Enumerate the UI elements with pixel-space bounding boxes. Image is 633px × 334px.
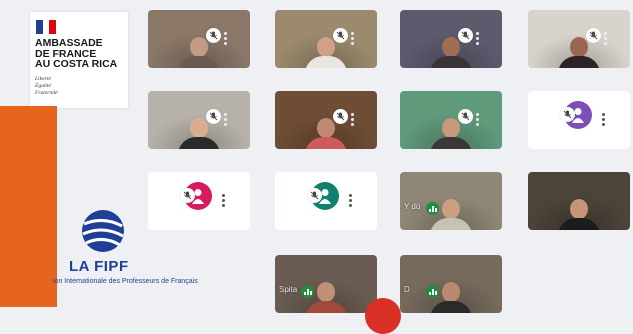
mic-off-icon bbox=[307, 188, 322, 203]
participant-tile[interactable] bbox=[148, 172, 250, 230]
orange-band bbox=[0, 106, 57, 307]
participant-video bbox=[558, 199, 600, 230]
mic-off-icon bbox=[206, 28, 221, 43]
speaking-indicator-icon bbox=[426, 285, 439, 298]
more-options-icon[interactable] bbox=[351, 113, 354, 127]
embassy-logo: AMBASSADE DE FRANCE AU COSTA RICA Libert… bbox=[30, 12, 128, 108]
participant-tile[interactable] bbox=[528, 172, 630, 230]
more-options-icon[interactable] bbox=[349, 194, 352, 208]
mic-off-icon bbox=[333, 28, 348, 43]
more-options-icon[interactable] bbox=[224, 113, 227, 127]
more-options-icon[interactable] bbox=[222, 194, 225, 208]
speaking-indicator-icon bbox=[426, 202, 439, 215]
fipf-globe-icon bbox=[82, 210, 124, 252]
participant-tile[interactable]: Y dú bbox=[400, 172, 502, 230]
more-options-icon[interactable] bbox=[604, 32, 607, 46]
participant-tile[interactable] bbox=[148, 10, 250, 68]
participant-tile[interactable] bbox=[275, 10, 377, 68]
participant-name: Y dú bbox=[404, 202, 421, 211]
mic-off-icon bbox=[180, 188, 195, 203]
participant-tile[interactable] bbox=[148, 91, 250, 149]
participant-tile[interactable]: D bbox=[400, 255, 502, 313]
mic-off-icon bbox=[586, 28, 601, 43]
participant-tile[interactable] bbox=[400, 91, 502, 149]
more-options-icon[interactable] bbox=[602, 113, 605, 127]
participant-tile[interactable] bbox=[528, 10, 630, 68]
participant-name: Spita bbox=[279, 285, 298, 294]
more-options-icon[interactable] bbox=[476, 32, 479, 46]
more-options-icon[interactable] bbox=[351, 32, 354, 46]
mic-off-icon bbox=[458, 109, 473, 124]
leave-call-button[interactable] bbox=[365, 298, 401, 334]
more-options-icon[interactable] bbox=[224, 32, 227, 46]
speaking-indicator-icon bbox=[301, 285, 314, 298]
embassy-motto: Liberté Égalité Fraternité bbox=[35, 76, 58, 96]
more-options-icon[interactable] bbox=[476, 113, 479, 127]
participant-tile[interactable]: Spita bbox=[275, 255, 377, 313]
mic-off-icon bbox=[333, 109, 348, 124]
participant-tile[interactable] bbox=[275, 172, 377, 230]
mic-off-icon bbox=[560, 107, 575, 122]
french-flag-icon bbox=[36, 20, 57, 34]
fipf-subtitle: ion Internationale des Professeurs de Fr… bbox=[53, 278, 198, 285]
fipf-title: LA FIPF bbox=[69, 258, 129, 275]
mic-off-icon bbox=[206, 109, 221, 124]
participant-tile[interactable] bbox=[528, 91, 630, 149]
participant-tile[interactable] bbox=[400, 10, 502, 68]
participant-name: D bbox=[404, 285, 410, 294]
mic-off-icon bbox=[458, 28, 473, 43]
embassy-title: AMBASSADE DE FRANCE AU COSTA RICA bbox=[35, 37, 118, 70]
participant-tile[interactable] bbox=[275, 91, 377, 149]
